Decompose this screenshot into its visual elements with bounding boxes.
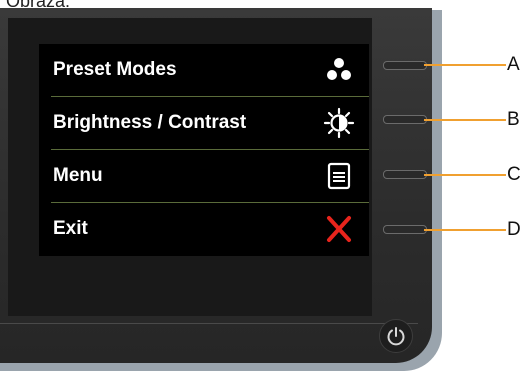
power-icon bbox=[387, 327, 405, 346]
menu-icon bbox=[327, 162, 351, 190]
osd-item-brightness-contrast[interactable]: Brightness / Contrast bbox=[39, 97, 369, 149]
osd-item-menu[interactable]: Menu bbox=[39, 150, 369, 202]
bezel-divider bbox=[0, 323, 418, 324]
leader-line-a bbox=[424, 64, 506, 66]
osd-item-preset-modes[interactable]: Preset Modes bbox=[39, 44, 369, 96]
osd-menu: Preset Modes Brightness / Contrast Menu … bbox=[39, 44, 369, 256]
osd-item-label: Exit bbox=[53, 218, 88, 239]
osd-item-exit[interactable]: Exit bbox=[39, 203, 369, 255]
hardware-button-b[interactable] bbox=[383, 115, 427, 124]
hardware-button-a[interactable] bbox=[383, 61, 427, 70]
osd-item-label: Brightness / Contrast bbox=[53, 112, 247, 133]
leader-line-c bbox=[424, 174, 506, 176]
callout-d: D bbox=[507, 219, 521, 240]
brightness-contrast-icon bbox=[323, 107, 355, 139]
power-button[interactable] bbox=[379, 319, 413, 353]
callout-c: C bbox=[507, 164, 521, 185]
osd-item-label: Preset Modes bbox=[53, 59, 177, 80]
callout-a: A bbox=[507, 54, 520, 75]
leader-line-d bbox=[424, 229, 506, 231]
osd-item-label: Menu bbox=[53, 165, 103, 186]
leader-line-b bbox=[424, 119, 506, 121]
hardware-button-d[interactable] bbox=[383, 225, 427, 234]
callout-b: B bbox=[507, 109, 520, 130]
exit-icon bbox=[327, 216, 351, 242]
preset-modes-icon bbox=[327, 58, 351, 80]
hardware-button-c[interactable] bbox=[383, 170, 427, 179]
